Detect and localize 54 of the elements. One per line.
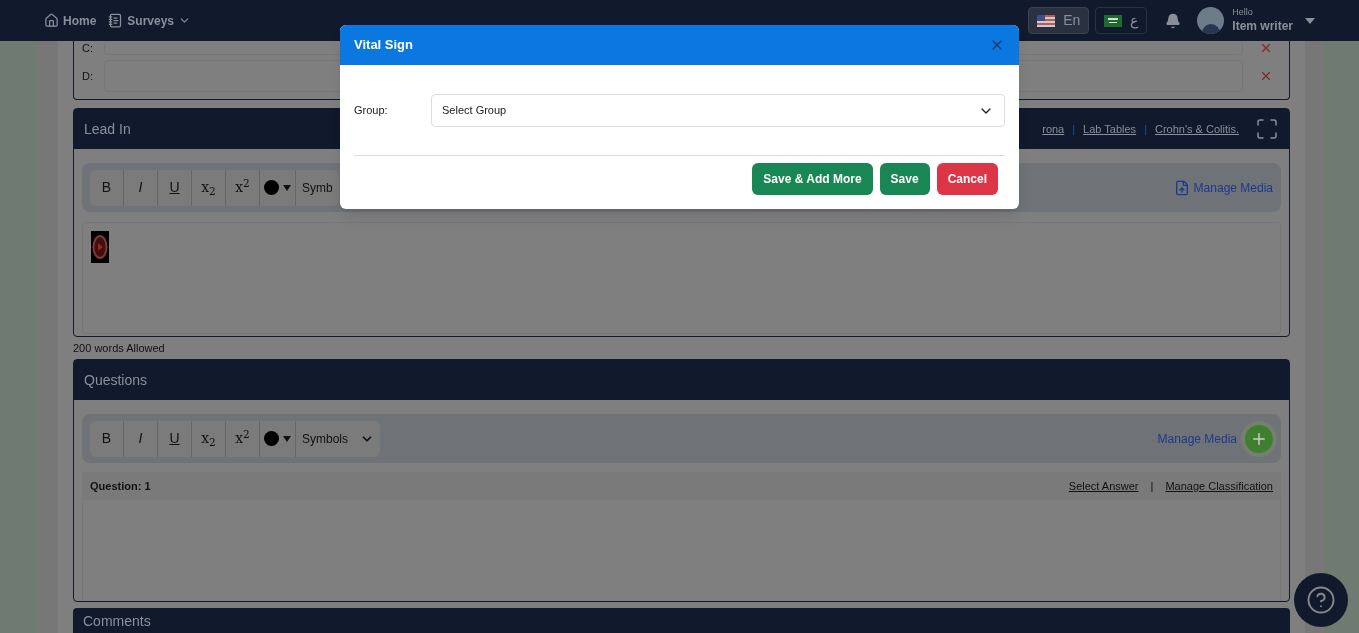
format-button[interactable]: x$^{2}$ <box>226 169 260 206</box>
avatar <box>1197 7 1225 34</box>
play-video-icon <box>91 231 109 263</box>
question-label: Question: 1 <box>90 478 151 494</box>
file-upload-icon <box>1173 179 1190 196</box>
field-label: Group: <box>354 103 389 119</box>
section-title: Lead In <box>84 119 131 139</box>
reference-link[interactable]: Crohn's & Colitis. <box>1155 120 1239 138</box>
language-button[interactable]: En <box>1028 7 1090 34</box>
separator: | <box>1150 478 1154 494</box>
remove-icon[interactable] <box>1259 41 1273 55</box>
help-icon <box>1306 585 1336 615</box>
help-button[interactable] <box>1294 573 1348 627</box>
symbols-dropdown[interactable]: Symb <box>296 169 339 206</box>
greeting: Hello <box>1232 7 1254 19</box>
question-link[interactable]: Select Answer <box>1068 477 1139 495</box>
nav-link[interactable]: Home <box>44 11 97 30</box>
format-button[interactable]: U <box>158 169 192 206</box>
fullscreen-icon[interactable] <box>1255 117 1279 141</box>
bell-icon <box>1165 12 1182 29</box>
option-label: D: <box>82 68 94 84</box>
dialog-button[interactable]: Save & Add More <box>752 163 873 195</box>
question-link[interactable]: Manage Classification <box>1165 477 1273 495</box>
reference-link[interactable]: rona <box>1042 120 1065 138</box>
flag-icon <box>1037 14 1056 27</box>
format-button[interactable]: x$^{2}$ <box>226 420 260 457</box>
format-button[interactable]: U <box>158 420 192 457</box>
notebook-icon <box>108 13 124 28</box>
format-button[interactable]: x$_{2}$ <box>192 420 226 457</box>
remove-icon[interactable] <box>1259 69 1273 83</box>
nav-link[interactable]: Surveys <box>108 11 192 30</box>
separator: | <box>1072 121 1076 137</box>
word-limit: 200 words Allowed <box>73 340 166 356</box>
section-title: Comments <box>83 614 151 628</box>
language-button[interactable]: ع <box>1095 7 1148 34</box>
format-button[interactable]: B <box>90 169 124 206</box>
reference-link[interactable]: Lab Tables <box>1083 120 1137 138</box>
flag-icon <box>1104 14 1123 27</box>
caret-icon <box>1305 17 1315 24</box>
section-title: Questions <box>84 370 148 390</box>
symbols-dropdown[interactable]: Symbols <box>296 420 380 457</box>
group-select[interactable]: Select Group <box>431 94 1005 127</box>
home-icon <box>44 13 59 28</box>
dialog-button[interactable]: Save <box>879 163 930 195</box>
option-label: C: <box>82 41 94 56</box>
format-button[interactable]: x$_{2}$ <box>192 169 226 206</box>
format-button[interactable]: B <box>90 420 124 457</box>
add-button[interactable] <box>1245 424 1273 453</box>
format-button[interactable]: I <box>124 169 158 206</box>
dialog-button[interactable]: Cancel <box>936 163 998 195</box>
user-name: Item writer <box>1232 18 1293 34</box>
dialog-title: Vital Sign <box>354 36 413 55</box>
separator: | <box>1144 121 1147 137</box>
format-button[interactable]: I <box>124 420 158 457</box>
